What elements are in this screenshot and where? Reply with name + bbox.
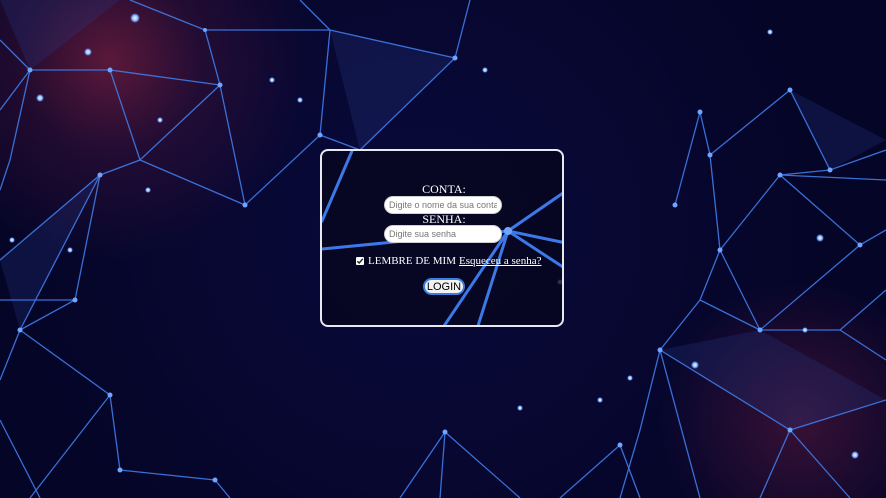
remember-checkbox[interactable] — [356, 257, 364, 265]
account-label: CONTA: — [422, 182, 466, 196]
login-card: CONTA: SENHA: LEMBRE DE MIM Esqueceu a s… — [320, 149, 564, 327]
checkmark-icon — [356, 258, 364, 265]
forgot-password-link[interactable]: Esqueceu a senha? — [459, 255, 541, 267]
remember-row: LEMBRE DE MIM Esqueceu a senha? — [356, 254, 541, 268]
password-input[interactable] — [384, 225, 502, 243]
remember-label: LEMBRE DE MIM — [368, 255, 456, 267]
login-button[interactable]: LOGIN — [423, 278, 465, 295]
login-page: CONTA: SENHA: LEMBRE DE MIM Esqueceu a s… — [0, 0, 886, 498]
